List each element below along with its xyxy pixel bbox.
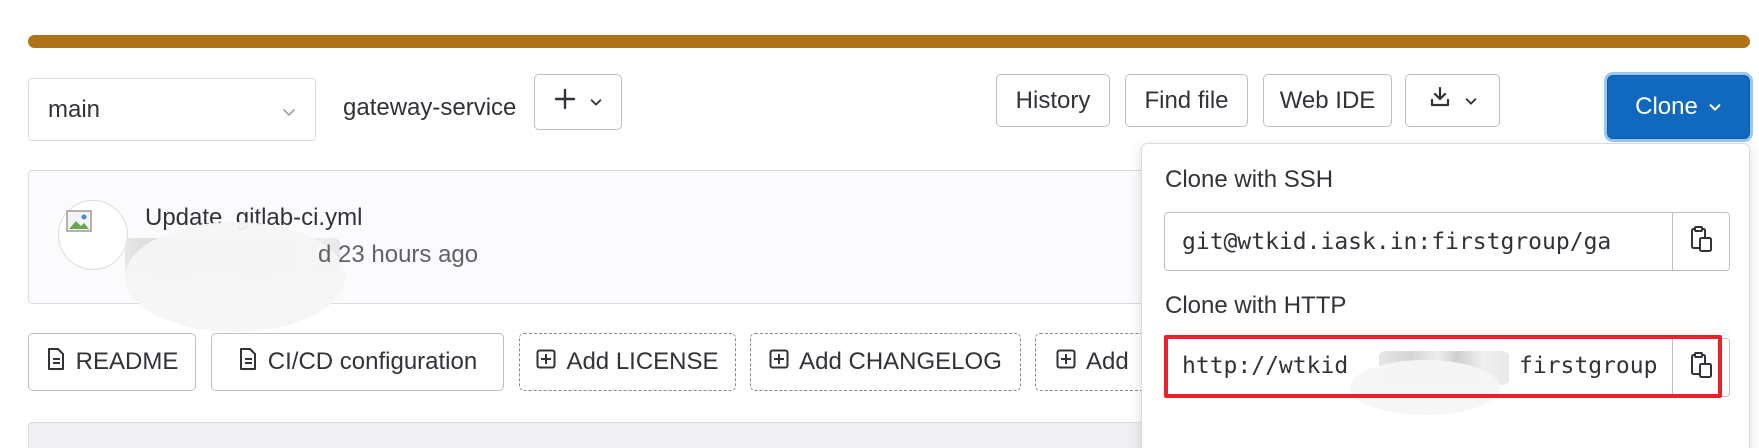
plus-square-icon	[1056, 348, 1076, 376]
cicd-config-label: CI/CD configuration	[267, 348, 478, 375]
clipboard-icon	[1688, 225, 1714, 258]
add-changelog-button[interactable]: Add CHANGELOG	[750, 333, 1021, 391]
branch-selector[interactable]: main	[28, 78, 316, 141]
add-more-label: Add	[1086, 348, 1129, 375]
plus-square-icon	[769, 348, 789, 376]
plus-icon	[553, 87, 577, 118]
breadcrumb: gateway-service /	[343, 94, 544, 122]
ssh-heading: Clone with SSH	[1165, 166, 1334, 193]
chevron-down-icon	[1708, 93, 1722, 121]
find-file-button[interactable]: Find file	[1125, 74, 1248, 127]
http-heading: Clone with HTTP	[1165, 292, 1347, 319]
add-changelog-label: Add CHANGELOG	[799, 348, 1002, 375]
ssh-url-field[interactable]	[1164, 212, 1730, 271]
chevron-down-icon	[1464, 87, 1478, 115]
cicd-config-button[interactable]: CI/CD configuration	[211, 333, 504, 391]
add-license-button[interactable]: Add LICENSE	[519, 333, 736, 391]
progress-bar	[28, 35, 1750, 48]
download-dropdown-button[interactable]	[1405, 74, 1500, 127]
add-license-label: Add LICENSE	[566, 348, 719, 375]
broken-image-icon	[65, 207, 95, 242]
commit-time: d 23 hours ago	[318, 241, 479, 268]
web-ide-button[interactable]: Web IDE	[1263, 74, 1392, 127]
file-icon	[238, 347, 258, 377]
project-link[interactable]: gateway-service	[343, 94, 516, 121]
branch-name: main	[48, 95, 101, 123]
download-icon	[1428, 85, 1452, 116]
file-icon	[46, 347, 66, 377]
clone-button[interactable]: Clone	[1607, 75, 1750, 139]
copy-ssh-button[interactable]	[1672, 213, 1729, 270]
readme-label: README	[75, 348, 179, 375]
chevron-down-icon	[281, 99, 297, 127]
plus-square-icon	[536, 348, 556, 376]
annotation-highlight	[1164, 335, 1722, 398]
clone-button-label: Clone	[1635, 93, 1698, 120]
chevron-down-icon	[589, 88, 603, 116]
avatar[interactable]	[58, 200, 128, 270]
redaction-smudge	[125, 222, 345, 332]
readme-button[interactable]: README	[28, 333, 196, 391]
add-dropdown-button[interactable]	[534, 74, 622, 130]
history-button[interactable]: History	[996, 74, 1110, 127]
ssh-url-input[interactable]	[1165, 213, 1671, 270]
